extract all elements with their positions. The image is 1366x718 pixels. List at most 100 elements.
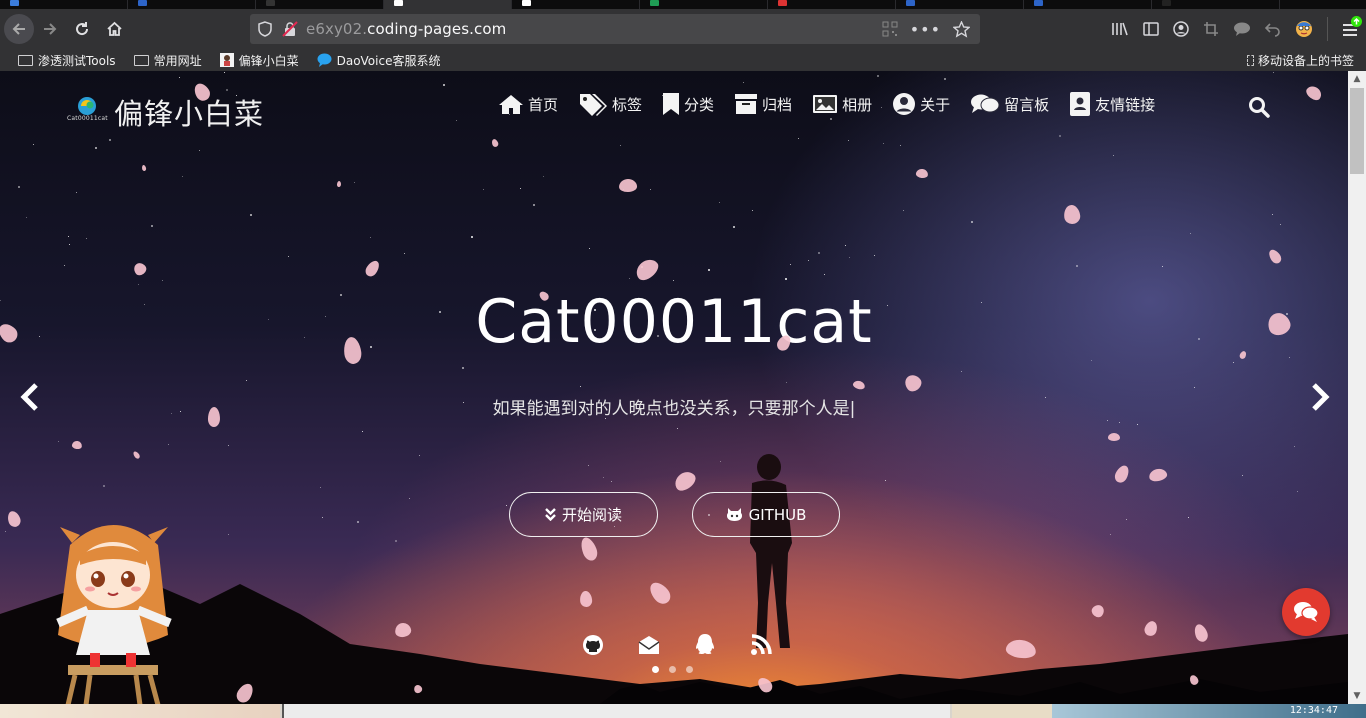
menu-item-links[interactable]: 友情链接 xyxy=(1069,91,1155,117)
menu-item-categories[interactable]: 分类 xyxy=(662,92,714,116)
mobile-bookmarks[interactable]: 移动设备上的书签 xyxy=(1246,49,1354,71)
star xyxy=(63,264,65,266)
arrow-right-icon xyxy=(44,23,57,35)
qr-code-icon[interactable] xyxy=(882,21,898,37)
taskbar-clock: 12:34:47 xyxy=(1289,705,1338,716)
site-title[interactable]: 偏锋小白菜 xyxy=(114,91,264,133)
social-qq[interactable] xyxy=(692,632,718,658)
star-icon[interactable] xyxy=(953,20,970,38)
crop-icon[interactable] xyxy=(1203,21,1219,37)
menu-item-album[interactable]: 相册 xyxy=(812,94,872,115)
menu-item-archive[interactable]: 归档 xyxy=(734,93,792,115)
browser-tab[interactable] xyxy=(1024,0,1152,9)
bookmarks-toolbar: 渗透测试Tools 常用网址 偏锋小白菜 DaoVoice客服系统 移动设备上的… xyxy=(0,49,1366,71)
carousel-dot[interactable] xyxy=(669,666,676,673)
browser-navbar: e6xy02.coding-pages.com ••• xyxy=(0,9,1366,49)
browser-tab[interactable] xyxy=(0,0,128,9)
browser-tab[interactable] xyxy=(640,0,768,9)
bookmark-pentest-tools[interactable]: 渗透测试Tools xyxy=(18,52,116,69)
star xyxy=(1136,423,1138,425)
forward-button[interactable] xyxy=(34,13,66,45)
account-icon[interactable] xyxy=(1173,21,1189,37)
menu-label: 归档 xyxy=(762,95,793,114)
page-scrollbar[interactable]: ▲ ▼ xyxy=(1348,71,1366,704)
petal xyxy=(207,406,221,428)
star xyxy=(971,221,974,224)
chat-extension-icon[interactable] xyxy=(1233,21,1251,37)
archive-icon xyxy=(735,94,758,114)
scrollbar-thumb[interactable] xyxy=(1350,88,1364,174)
hero-subtitle: 如果能遇到对的人晚点也没关系，只要那个人是| xyxy=(492,399,856,419)
taskbar-thumbnail[interactable] xyxy=(282,704,950,718)
scroll-down-icon[interactable]: ▼ xyxy=(1348,688,1366,704)
carousel-prev-arrow-icon[interactable] xyxy=(18,382,42,412)
star xyxy=(707,269,710,272)
browser-tab[interactable] xyxy=(768,0,896,9)
star xyxy=(85,238,87,240)
menu-button[interactable] xyxy=(1342,16,1362,38)
back-button[interactable] xyxy=(4,14,34,44)
shield-icon[interactable] xyxy=(258,21,272,37)
star xyxy=(1294,446,1296,448)
insecure-lock-icon[interactable] xyxy=(282,21,298,37)
carousel-next-arrow-icon[interactable] xyxy=(1308,382,1332,412)
rss-icon xyxy=(751,634,772,655)
browser-tab[interactable] xyxy=(896,0,1024,9)
sidebar-icon[interactable] xyxy=(1143,21,1159,37)
carousel-dot[interactable] xyxy=(686,666,693,673)
menu-item-home[interactable]: 首页 xyxy=(498,93,558,115)
star xyxy=(817,251,820,254)
bookmark-label: 常用网址 xyxy=(153,53,202,68)
social-email[interactable] xyxy=(636,632,662,658)
bookmark-common-sites[interactable]: 常用网址 xyxy=(133,52,202,69)
petal xyxy=(618,178,638,193)
reload-button[interactable] xyxy=(66,13,98,45)
menu-item-about[interactable]: 关于 xyxy=(892,92,950,116)
browser-tab[interactable] xyxy=(128,0,256,9)
social-rss[interactable] xyxy=(748,632,774,658)
scroll-up-icon[interactable]: ▲ xyxy=(1348,71,1366,87)
social-github[interactable] xyxy=(580,632,606,658)
bookmark-icon xyxy=(663,93,680,115)
browser-tab[interactable] xyxy=(1152,0,1280,9)
hero-title: Cat00011cat xyxy=(475,287,873,357)
mascot-character[interactable] xyxy=(50,515,190,704)
url-bar[interactable]: e6xy02.coding-pages.com ••• xyxy=(250,14,980,44)
menu-label: 相册 xyxy=(842,95,873,114)
tags-icon xyxy=(580,94,608,116)
qq-icon xyxy=(696,634,714,654)
taskbar-thumbnail[interactable] xyxy=(952,704,1052,718)
star xyxy=(719,202,721,204)
star xyxy=(620,144,622,146)
arrow-left-icon xyxy=(12,23,25,35)
more-actions-icon[interactable]: ••• xyxy=(910,20,941,39)
browser-tab-active[interactable] xyxy=(384,0,512,9)
bookmark-daovoice[interactable]: DaoVoice客服系统 xyxy=(317,52,440,69)
library-icon[interactable] xyxy=(1111,21,1129,37)
github-button[interactable]: GITHUB xyxy=(692,492,840,537)
url-text[interactable]: e6xy02.coding-pages.com xyxy=(306,20,506,38)
star xyxy=(69,244,71,246)
user-circle-icon xyxy=(893,93,916,115)
main-menu: 首页 标签 分类 归档 相册 关于 留言板 友情链接 xyxy=(498,91,1175,117)
carousel-dot[interactable] xyxy=(652,666,659,673)
home-button[interactable] xyxy=(98,13,130,45)
site-logo[interactable] xyxy=(68,92,106,128)
bookmark-site[interactable]: 偏锋小白菜 xyxy=(219,52,299,69)
star xyxy=(1075,264,1078,267)
undo-icon[interactable] xyxy=(1265,21,1281,37)
browser-tab[interactable] xyxy=(512,0,640,9)
menu-item-guestbook[interactable]: 留言板 xyxy=(970,93,1049,115)
star xyxy=(733,226,736,229)
star xyxy=(588,465,590,467)
live-chat-button[interactable] xyxy=(1282,588,1330,636)
browser-tab[interactable] xyxy=(256,0,384,9)
start-reading-button[interactable]: 开始阅读 xyxy=(509,492,658,537)
search-icon[interactable] xyxy=(1248,96,1270,118)
site-logo-text: Cat00011cat xyxy=(67,115,108,122)
menu-item-tags[interactable]: 标签 xyxy=(578,92,642,116)
avatar-extension-icon[interactable] xyxy=(1295,20,1313,38)
taskbar-thumbnail[interactable] xyxy=(0,704,280,718)
petal xyxy=(1107,432,1121,442)
star xyxy=(579,386,581,388)
